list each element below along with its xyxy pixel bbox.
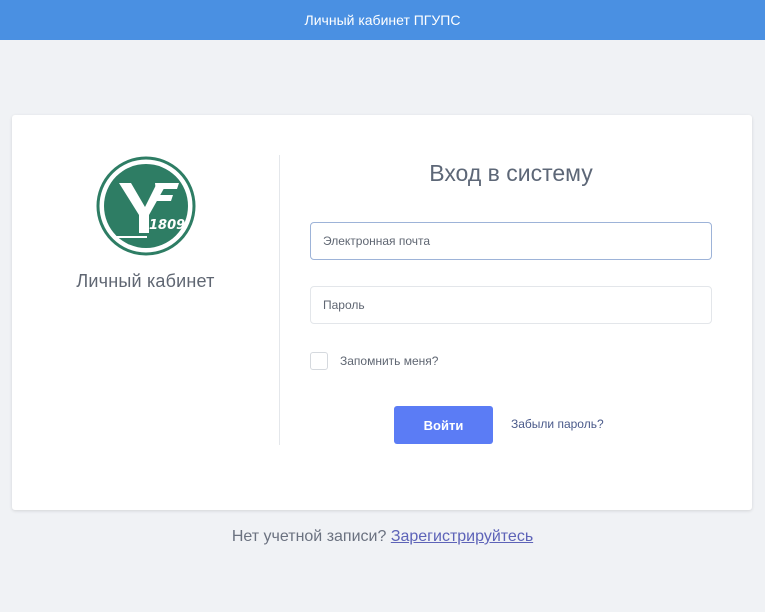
forgot-password-link[interactable]: Забыли пароль? — [511, 417, 604, 431]
cabinet-label: Личный кабинет — [76, 271, 215, 291]
register-link[interactable]: Зарегистрируйтесь — [391, 528, 533, 545]
university-seal-icon: 1809 — [96, 156, 195, 256]
logo-year-text: 1809 — [149, 218, 185, 233]
login-button[interactable]: Войти — [394, 406, 493, 444]
header-title: Личный кабинет ПГУПС — [304, 12, 461, 28]
brand-panel: 1809 Личный кабинет — [12, 155, 279, 445]
remember-me-row: Запомнить меня? — [310, 352, 438, 370]
login-card: 1809 Личный кабинет Вход в систему Запом… — [12, 115, 752, 510]
register-row: Нет учетной записи? Зарегистрируйтесь — [0, 528, 765, 546]
login-title: Вход в систему — [429, 160, 593, 186]
top-header: Личный кабинет ПГУПС — [0, 0, 765, 40]
login-form: Вход в систему Запомнить меня? Войти Заб… — [310, 115, 712, 510]
password-input[interactable] — [310, 286, 712, 324]
panel-divider — [279, 155, 280, 445]
remember-me-label[interactable]: Запомнить меня? — [340, 354, 438, 368]
email-input[interactable] — [310, 222, 712, 260]
remember-me-checkbox[interactable] — [310, 352, 328, 370]
register-prompt: Нет учетной записи? — [231, 528, 391, 545]
